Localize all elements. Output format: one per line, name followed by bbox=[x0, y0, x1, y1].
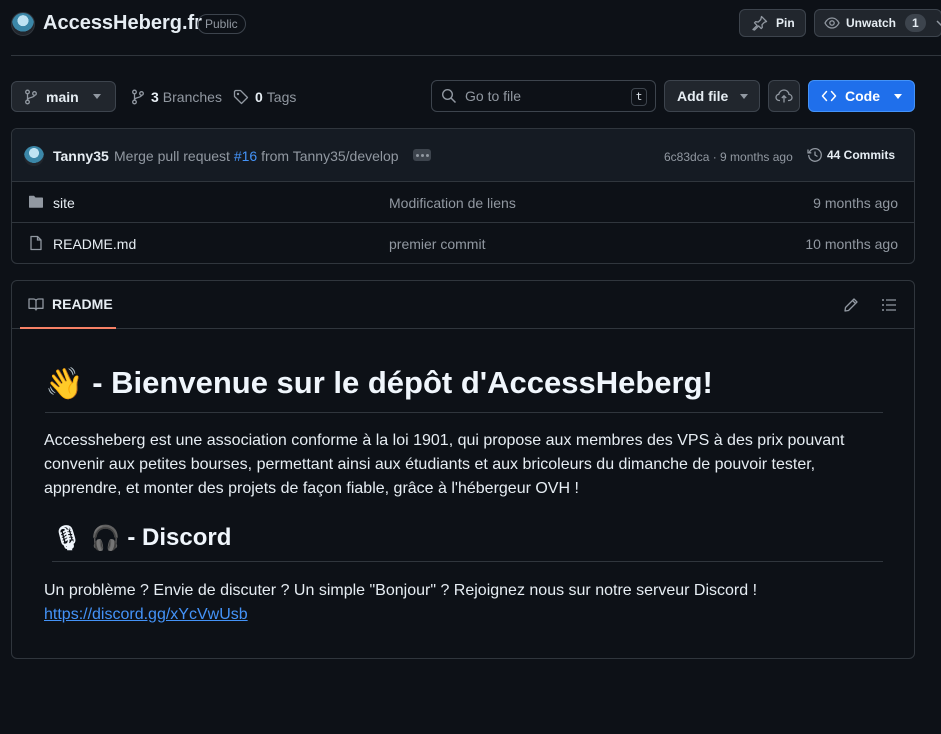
tags-link[interactable]: 0 Tags bbox=[233, 81, 296, 112]
visibility-badge: Public bbox=[197, 14, 246, 34]
caret-down-icon bbox=[740, 93, 749, 99]
pin-label: Pin bbox=[776, 16, 795, 30]
heading-text: - Bienvenue sur le dépôt d'AccessHeberg! bbox=[83, 365, 713, 400]
table-row[interactable]: site Modification de liens 9 months ago bbox=[12, 182, 914, 223]
add-file-label: Add file bbox=[677, 88, 729, 104]
folder-icon bbox=[28, 194, 44, 210]
file-commit-message[interactable]: Modification de liens bbox=[389, 195, 516, 211]
readme-paragraph-intro: Accessheberg est une association conform… bbox=[44, 432, 845, 497]
readme-header: README bbox=[12, 281, 914, 329]
unwatch-button[interactable]: Unwatch 1 bbox=[814, 9, 941, 37]
file-browser: Tanny35 Merge pull request #16 from Tann… bbox=[11, 128, 915, 264]
readme-heading-discord: 🎙 🎧 - Discord bbox=[52, 524, 883, 562]
commit-message-prefix: Merge pull request bbox=[114, 148, 230, 164]
expand-commit-button[interactable] bbox=[413, 149, 431, 161]
cloud-upload-icon bbox=[775, 88, 793, 104]
heading-text: - Discord bbox=[120, 524, 232, 551]
pull-request-link[interactable]: #16 bbox=[234, 148, 257, 164]
pin-icon bbox=[752, 15, 768, 31]
code-icon bbox=[821, 88, 837, 104]
shortcut-key: t bbox=[631, 88, 647, 106]
commits-history-link[interactable]: 44 Commits bbox=[807, 147, 895, 163]
file-date: 9 months ago bbox=[813, 195, 898, 211]
microphone-headphones-icon: 🎙 🎧 bbox=[52, 524, 121, 552]
discord-link[interactable]: https://discord.gg/xYcVwUsb bbox=[44, 606, 248, 623]
tags-count: 0 bbox=[255, 88, 263, 105]
watch-count: 1 bbox=[905, 14, 926, 32]
git-branch-icon bbox=[24, 89, 38, 105]
branches-link[interactable]: 3 Branches bbox=[131, 81, 222, 112]
commit-message[interactable]: Merge pull request #16 from Tanny35/deve… bbox=[114, 148, 399, 164]
discord-text: Un problème ? Envie de discuter ? Un sim… bbox=[44, 582, 758, 599]
readme-tab-label: README bbox=[52, 296, 113, 312]
go-to-file-input[interactable]: Go to file t bbox=[431, 80, 656, 112]
readme-panel: README 👋 - Bienvenue sur le dépôt d'Acce… bbox=[11, 280, 915, 659]
branches-count: 3 bbox=[151, 88, 159, 105]
search-icon bbox=[441, 88, 457, 104]
tags-label: Tags bbox=[266, 88, 297, 105]
branches-label: Branches bbox=[162, 88, 222, 105]
readme-heading-welcome: 👋 - Bienvenue sur le dépôt d'AccessHeber… bbox=[45, 365, 883, 413]
code-button[interactable]: Code bbox=[808, 80, 915, 112]
eye-icon bbox=[824, 15, 840, 31]
chevron-down-icon[interactable] bbox=[936, 20, 941, 26]
branch-name: main bbox=[46, 88, 79, 105]
file-date: 10 months ago bbox=[805, 236, 898, 252]
list-icon[interactable] bbox=[881, 297, 897, 313]
history-icon bbox=[807, 147, 823, 163]
branch-select-button[interactable]: main bbox=[11, 81, 116, 112]
commits-label: 44 Commits bbox=[827, 148, 896, 162]
repo-avatar bbox=[11, 12, 35, 36]
git-branch-icon bbox=[131, 89, 145, 105]
commit-sha-time[interactable]: 6c83dca · 9 months ago bbox=[664, 150, 793, 164]
caret-down-icon bbox=[92, 94, 101, 99]
avatar[interactable] bbox=[24, 146, 44, 166]
commit-author[interactable]: Tanny35 bbox=[53, 148, 109, 164]
file-name[interactable]: site bbox=[53, 195, 75, 211]
latest-commit-bar: Tanny35 Merge pull request #16 from Tann… bbox=[12, 129, 914, 182]
pencil-icon[interactable] bbox=[843, 297, 859, 313]
commit-message-suffix: from Tanny35/develop bbox=[261, 148, 399, 164]
file-icon bbox=[28, 235, 44, 251]
code-label: Code bbox=[845, 88, 880, 104]
pin-button[interactable]: Pin bbox=[739, 9, 806, 37]
table-row[interactable]: README.md premier commit 10 months ago bbox=[12, 223, 914, 263]
tag-icon bbox=[233, 89, 249, 105]
codespaces-button[interactable] bbox=[768, 80, 800, 112]
file-name[interactable]: README.md bbox=[53, 236, 136, 252]
repo-name[interactable]: AccessHeberg.fr bbox=[43, 12, 202, 35]
tab-readme[interactable]: README bbox=[20, 281, 116, 329]
caret-down-icon bbox=[894, 93, 902, 99]
unwatch-label: Unwatch bbox=[846, 16, 897, 30]
book-icon bbox=[28, 296, 44, 312]
header-divider bbox=[11, 55, 941, 56]
waving-hand-icon: 👋 bbox=[45, 366, 84, 402]
readme-paragraph-discord: Un problème ? Envie de discuter ? Un sim… bbox=[44, 579, 884, 627]
add-file-button[interactable]: Add file bbox=[664, 80, 760, 112]
file-commit-message[interactable]: premier commit bbox=[389, 236, 485, 252]
go-to-file-placeholder: Go to file bbox=[465, 88, 522, 104]
